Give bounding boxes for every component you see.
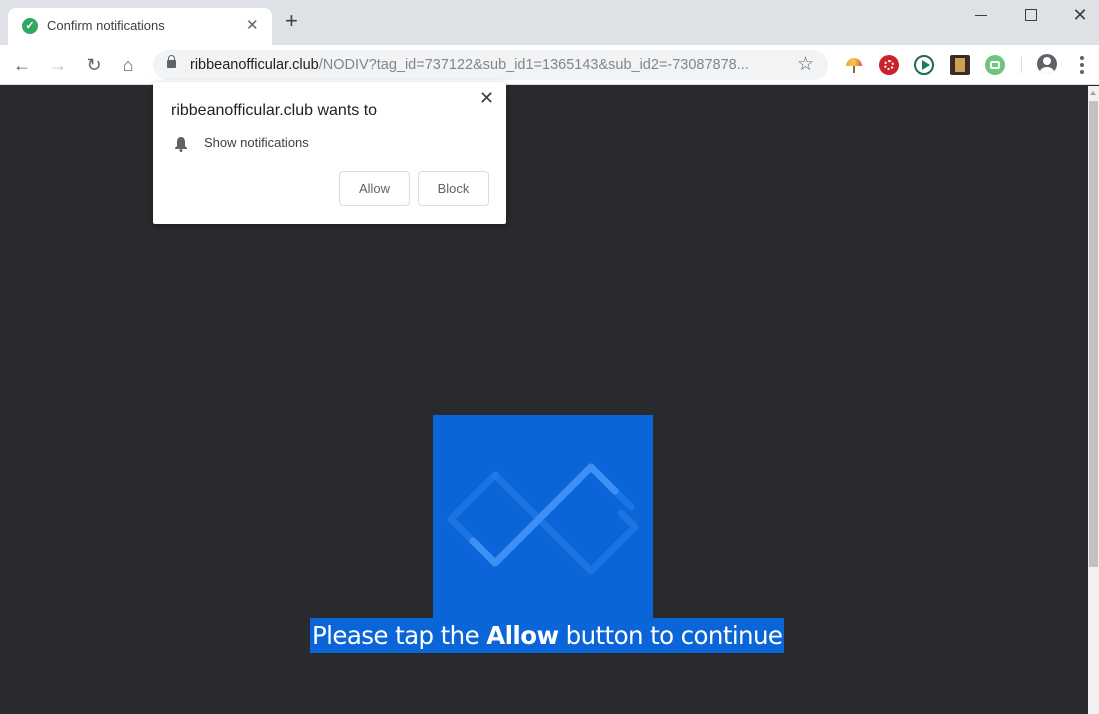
forward-button[interactable]: →: [46, 53, 70, 77]
notification-permission-popup: ribbeanofficular.club wants to ✕ Show no…: [153, 82, 506, 224]
permission-label: Show notifications: [204, 135, 309, 150]
allow-button[interactable]: Allow: [339, 171, 410, 206]
new-tab-button[interactable]: +: [285, 10, 298, 32]
popup-title: ribbeanofficular.club wants to: [171, 102, 378, 119]
check-circle-icon: ✓: [22, 18, 38, 34]
popup-close-icon[interactable]: ✕: [479, 88, 494, 109]
profile-avatar-icon[interactable]: [1037, 54, 1057, 74]
caption-text-end: button to continue: [558, 621, 783, 650]
url-path: /NODIV?tag_id=737122&sub_id1=1365143&sub…: [318, 57, 749, 73]
browser-toolbar: ← → ↻ ⌂ ribbeanofficular.club/NODIV?tag_…: [0, 45, 1099, 85]
lock-icon[interactable]: [167, 55, 176, 68]
kebab-menu-icon[interactable]: [1073, 54, 1091, 76]
film-reel-extension-icon[interactable]: [879, 55, 899, 75]
minimize-button[interactable]: [961, 4, 1001, 28]
reload-button[interactable]: ↻: [82, 53, 106, 77]
title-bar: ✓ Confirm notifications ✕ + ✕: [0, 0, 1099, 45]
play-extension-icon[interactable]: [914, 55, 934, 75]
caption-text-start: Please tap the: [312, 621, 487, 650]
logo-panel: [433, 415, 653, 618]
url-text[interactable]: ribbeanofficular.club/NODIV?tag_id=73712…: [190, 57, 749, 73]
bell-icon: [175, 137, 187, 152]
scroll-thumb[interactable]: [1089, 101, 1098, 567]
maximize-button[interactable]: [1010, 4, 1050, 28]
back-button[interactable]: ←: [10, 53, 34, 77]
bookmark-star-icon[interactable]: ☆: [797, 53, 814, 76]
browser-tab[interactable]: ✓ Confirm notifications ✕: [8, 8, 272, 45]
tv-extension-icon[interactable]: [985, 55, 1005, 75]
umbrella-extension-icon[interactable]: [844, 55, 864, 75]
home-button[interactable]: ⌂: [116, 53, 140, 77]
address-bar[interactable]: ribbeanofficular.club/NODIV?tag_id=73712…: [153, 50, 828, 80]
caption-text-bold: Allow: [486, 621, 559, 650]
tab-close-icon[interactable]: ✕: [246, 16, 259, 34]
window-close-button[interactable]: ✕: [1060, 4, 1099, 28]
scroll-up-arrow-icon[interactable]: [1088, 86, 1099, 100]
url-host: ribbeanofficular.club: [190, 57, 319, 73]
instruction-caption: Please tap the Allow button to continue: [310, 618, 785, 653]
block-button[interactable]: Block: [418, 171, 489, 206]
film-strip-extension-icon[interactable]: [950, 55, 970, 75]
toolbar-divider: [1021, 57, 1022, 73]
tab-title: Confirm notifications: [47, 18, 165, 33]
vertical-scrollbar[interactable]: [1088, 86, 1099, 714]
infinity-logo-icon: [447, 463, 639, 575]
